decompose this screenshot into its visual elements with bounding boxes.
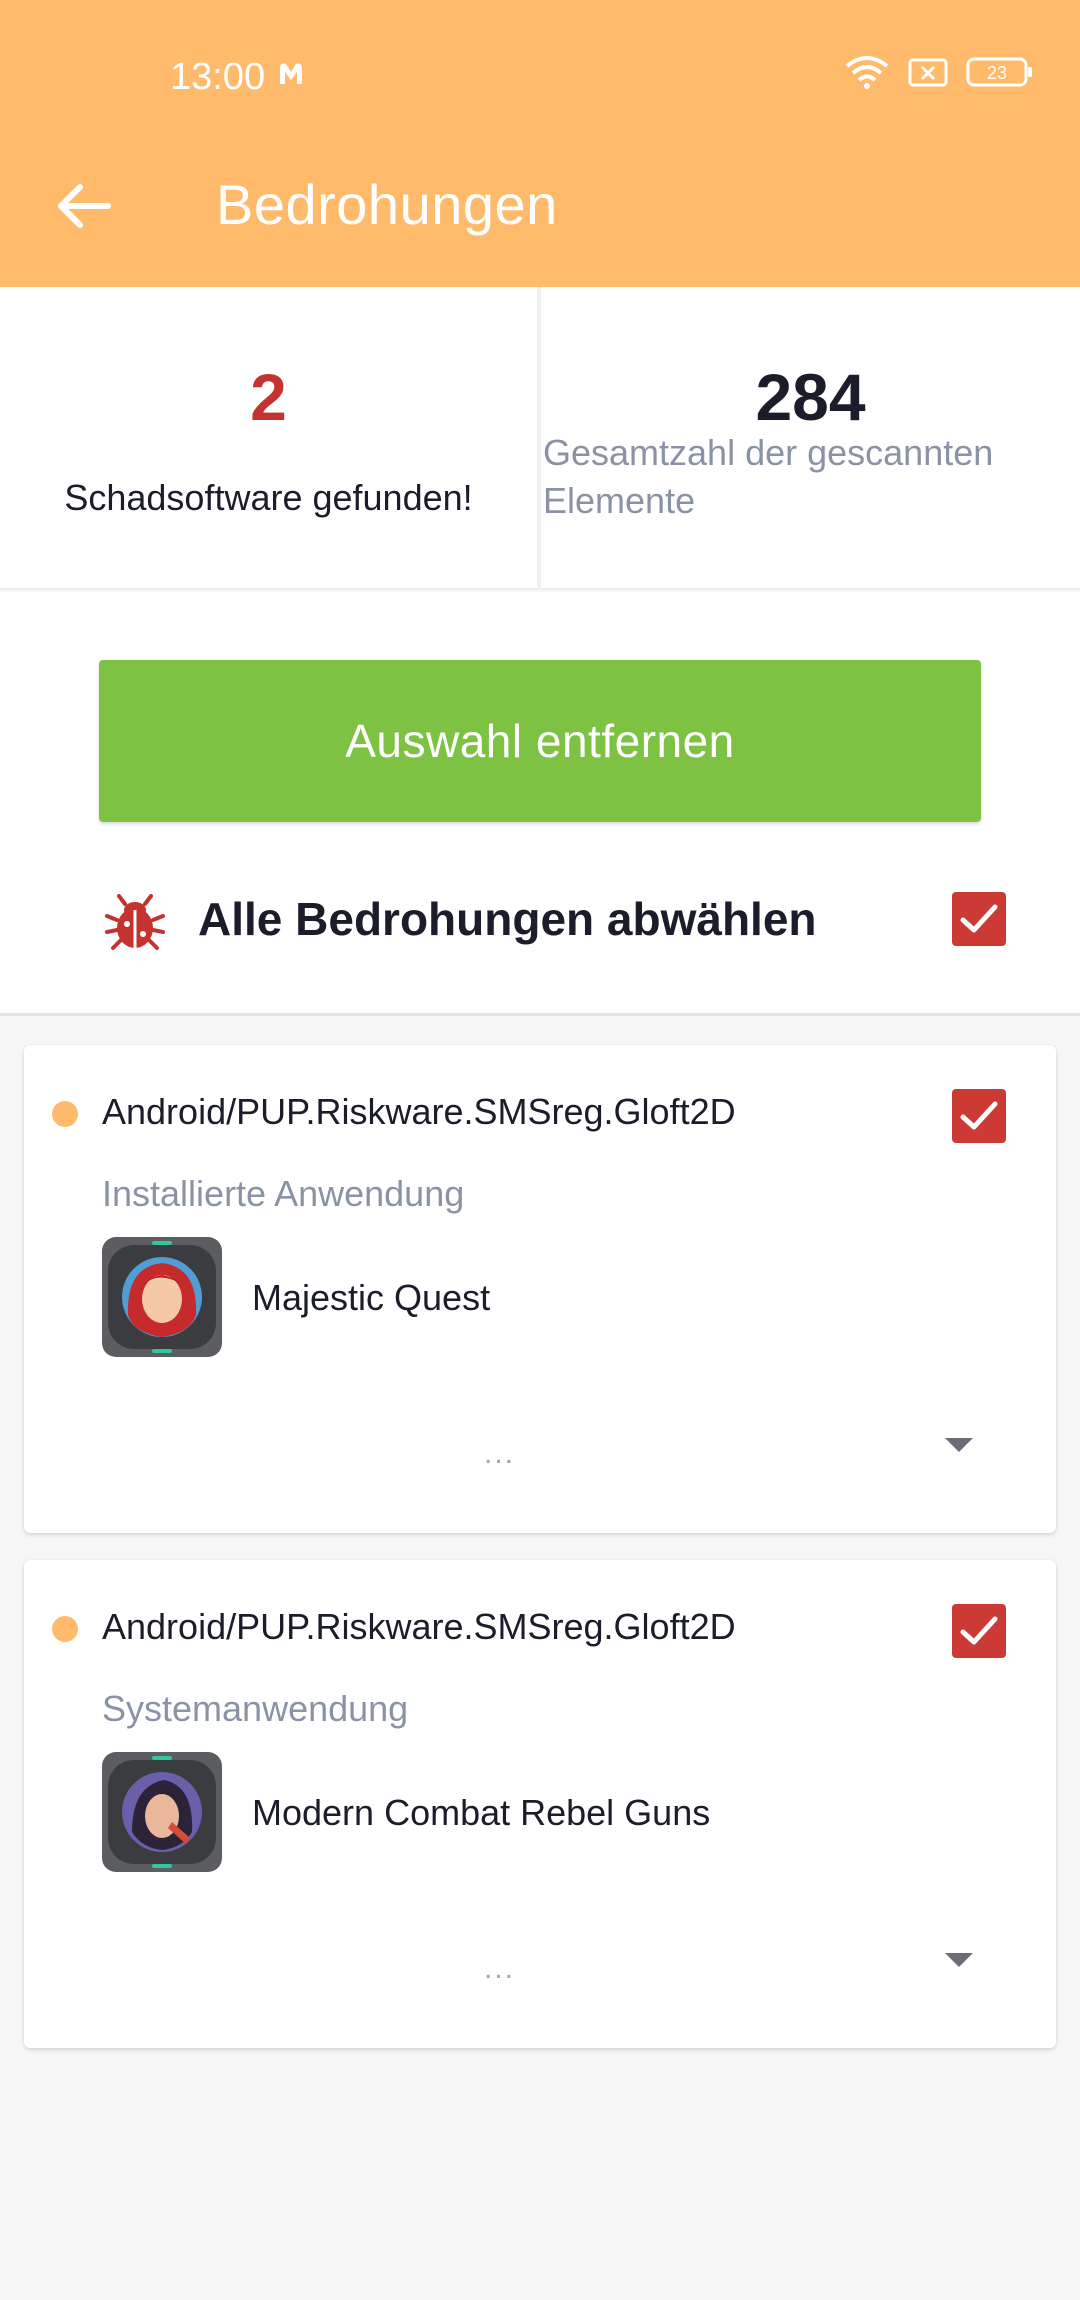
battery-icon: 23 — [966, 57, 1032, 87]
wifi-icon — [845, 56, 889, 89]
majestic-quest-app-icon — [102, 1237, 222, 1357]
chevron-down-icon — [945, 1438, 973, 1452]
threat-category: Systemanwendung — [102, 1688, 409, 1729]
checkmark-icon — [960, 1101, 998, 1130]
malwarebytes-status-icon — [280, 63, 302, 84]
app-name: Majestic Quest — [252, 1277, 491, 1318]
malware-label: Schadsoftware gefunden! — [64, 477, 473, 518]
expand-button[interactable] — [934, 1940, 984, 1980]
app-bar: 13:00 23 Bedrohungen — [0, 0, 1080, 287]
bug-icon — [105, 894, 165, 950]
checkmark-icon — [960, 1616, 998, 1645]
modern-combat-app-icon — [102, 1752, 222, 1872]
remove-selection-button[interactable]: Auswahl entfernen — [99, 660, 981, 822]
threat-checkbox[interactable] — [952, 1604, 1006, 1658]
threat-card: Android/PUP.Riskware.SMSreg.Gloft2D Syst… — [24, 1560, 1056, 2048]
threat-category: Installierte Anwendung — [102, 1173, 465, 1214]
scanned-label: Gesamtzahl der gescannten Elemente — [543, 432, 994, 521]
page-title: Bedrohungen — [216, 173, 558, 236]
chevron-down-icon — [945, 1953, 973, 1967]
threat-severity-dot — [52, 1616, 78, 1642]
action-area: Auswahl entfernen Alle Bedrohungen abwäh… — [0, 592, 1080, 1016]
back-button[interactable] — [48, 170, 120, 242]
arrow-left-icon — [58, 184, 111, 228]
deselect-all-checkbox[interactable] — [952, 892, 1006, 946]
checkmark-icon — [960, 904, 998, 933]
threat-name: Android/PUP.Riskware.SMSreg.Gloft2D — [102, 1606, 736, 1647]
more-indicator: ... — [484, 1952, 516, 1985]
stats-divider — [537, 287, 541, 590]
status-icons: 23 — [844, 52, 1034, 92]
expand-button[interactable] — [934, 1425, 984, 1465]
more-indicator: ... — [484, 1437, 516, 1470]
sim-card-icon — [908, 58, 948, 87]
threat-severity-dot — [52, 1101, 78, 1127]
status-time: 13:00 — [170, 56, 266, 98]
threat-name: Android/PUP.Riskware.SMSreg.Gloft2D — [102, 1091, 736, 1132]
app-name: Modern Combat Rebel Guns — [252, 1792, 711, 1833]
svg-text:23: 23 — [987, 63, 1007, 83]
threat-checkbox[interactable] — [952, 1089, 1006, 1143]
threat-card: Android/PUP.Riskware.SMSreg.Gloft2D Inst… — [24, 1045, 1056, 1533]
scanned-count: 284 — [755, 360, 866, 434]
malware-count: 2 — [250, 360, 287, 434]
scan-stats: 2 Schadsoftware gefunden! 284 Gesamtzahl… — [0, 287, 1080, 590]
deselect-all-label: Alle Bedrohungen abwählen — [198, 893, 817, 945]
